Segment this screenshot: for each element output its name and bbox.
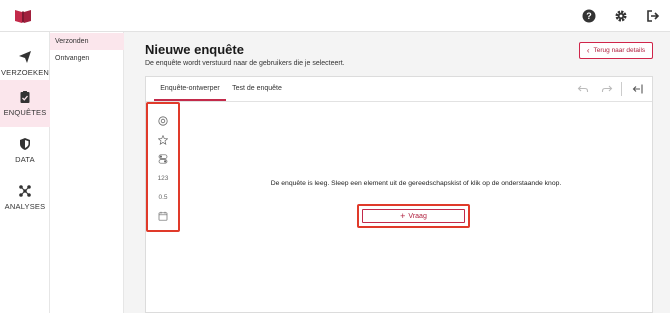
toolbox-number-item[interactable]: 123 <box>148 171 178 185</box>
logo-book-icon[interactable] <box>14 8 32 24</box>
clipboard-icon <box>20 91 30 103</box>
redo-icon[interactable] <box>601 83 613 95</box>
toolbar-divider <box>621 82 622 96</box>
nav-label: ENQUÊTES <box>3 108 47 117</box>
page-subtitle: De enquête wordt verstuurd naar de gebru… <box>145 60 345 67</box>
back-button-label: Terug naar details <box>593 47 646 54</box>
toolbox-rating-item[interactable] <box>148 133 178 147</box>
help-icon[interactable]: ? <box>582 9 596 23</box>
radio-icon <box>158 116 168 126</box>
toolbox-date-item[interactable] <box>148 209 178 223</box>
survey-editor: Enquête-ontwerper Test de enquête 123 0.… <box>145 76 653 313</box>
nav-label: DATA <box>15 155 35 164</box>
send-icon <box>19 51 31 63</box>
toggle-icon <box>158 154 168 164</box>
back-to-details-button[interactable]: ‹ Terug naar details <box>579 42 653 59</box>
top-bar: ? <box>0 0 670 32</box>
shield-icon <box>20 138 30 150</box>
tab-test-enquete[interactable]: Test de enquête <box>230 77 284 101</box>
subnav-item-verzonden[interactable]: Verzonden <box>50 33 124 50</box>
main-navigation: VERZOEKEN ENQUÊTES DATA ANALYSES <box>0 32 50 313</box>
page-title: Nieuwe enquête <box>145 42 244 57</box>
nav-item-data[interactable]: DATA <box>0 127 50 174</box>
add-question-button[interactable]: + Vraag <box>362 209 465 223</box>
calendar-icon <box>158 211 168 221</box>
star-icon <box>158 135 168 145</box>
tab-enquete-ontwerper[interactable]: Enquête-ontwerper <box>154 77 226 101</box>
plus-icon: + <box>400 210 406 221</box>
subnav-item-ontvangen[interactable]: Ontvangen <box>50 50 124 67</box>
svg-text:?: ? <box>586 11 592 21</box>
network-icon <box>19 185 31 197</box>
editor-tabs: Enquête-ontwerper Test de enquête <box>146 77 652 102</box>
empty-survey-message: De enquête is leeg. Sleep een element ui… <box>270 180 562 187</box>
add-question-highlight: + Vraag <box>357 204 470 228</box>
toolbox-radio-item[interactable] <box>148 114 178 128</box>
nav-label: VERZOEKEN <box>0 68 50 77</box>
gear-icon[interactable] <box>614 9 628 23</box>
collapse-panel-icon[interactable] <box>632 83 644 95</box>
logout-icon[interactable] <box>646 9 660 23</box>
toolbox-decimal-item[interactable]: 0.5 <box>148 190 178 204</box>
add-question-label: Vraag <box>408 212 427 220</box>
undo-icon[interactable] <box>577 83 589 95</box>
sub-navigation: Verzonden Ontvangen <box>50 32 124 313</box>
toolbox-boolean-item[interactable] <box>148 152 178 166</box>
nav-item-enquetes[interactable]: ENQUÊTES <box>0 80 50 127</box>
toolbox: 123 0.5 <box>146 102 180 232</box>
nav-item-analyses[interactable]: ANALYSES <box>0 174 50 221</box>
chevron-left-icon: ‹ <box>586 46 590 55</box>
nav-label: ANALYSES <box>4 202 46 211</box>
